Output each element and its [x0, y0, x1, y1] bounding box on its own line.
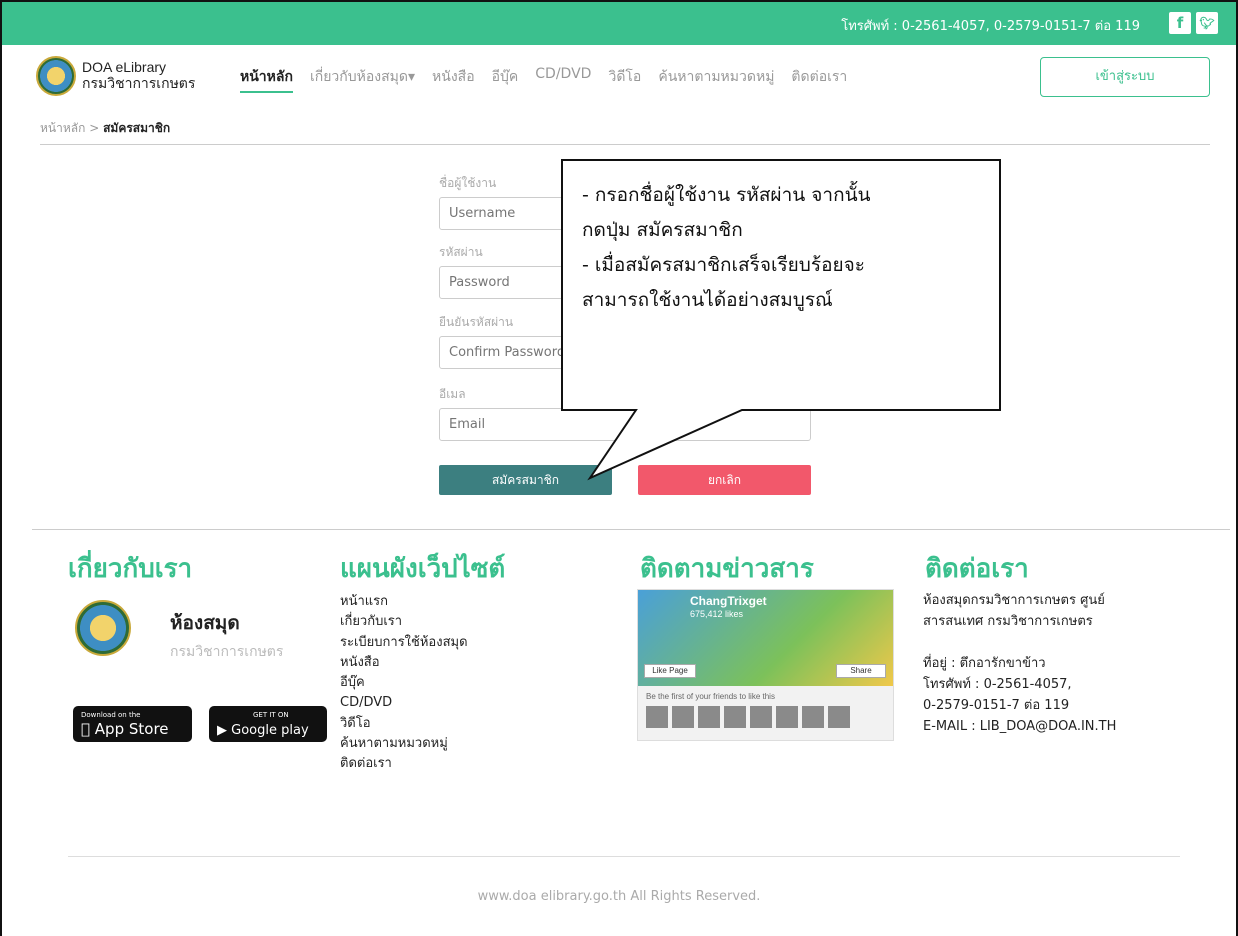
callout-text: - กรอกชื่อผู้ใช้งาน รหัสผ่าน จากนั้น กดป… [582, 178, 992, 318]
app-store-text:  App Store [81, 720, 169, 738]
sitemap-link-rules[interactable]: ระเบียบการใช้ห้องสมุด [340, 633, 468, 653]
register-button[interactable]: สมัครสมาชิก [439, 465, 612, 495]
facebook-likes-count: 675,412 likes [690, 609, 744, 619]
about-library-name: ห้องสมุด [170, 612, 240, 634]
about-heading: เกี่ยวกับเรา [68, 554, 193, 584]
avatar [776, 706, 798, 728]
nav-home[interactable]: หน้าหลัก [240, 66, 293, 93]
nav-contact[interactable]: ติดต่อเรา [791, 66, 847, 93]
brand-line-1: DOA eLibrary [82, 59, 167, 75]
contact-line: สารสนเทศ กรมวิชาการเกษตร [923, 614, 1093, 629]
sitemap-links: หน้าแรก เกี่ยวกับเรา ระเบียบการใช้ห้องสม… [340, 592, 468, 775]
nav-about-library[interactable]: เกี่ยวกับห้องสมุด▾ [310, 66, 415, 93]
brand-line-2: กรมวิชาการเกษตร [82, 75, 196, 91]
copyright-text: www.doa elibrary.go.th All Rights Reserv… [477, 889, 761, 904]
news-heading: ติดตามข่าวสาร [640, 554, 814, 584]
nav-books[interactable]: หนังสือ [432, 66, 475, 93]
sitemap-link-books[interactable]: หนังสือ [340, 653, 468, 673]
callout-line-3: - เมื่อสมัครสมาชิกเสร็จเรียบร้อยจะ [582, 254, 865, 276]
contact-email[interactable]: E-MAIL : LIB_DOA@DOA.IN.TH [923, 716, 1116, 737]
avatar [750, 706, 772, 728]
nav-search-category[interactable]: ค้นหาตามหมวดหมู่ [658, 66, 774, 93]
main-nav: หน้าหลัก เกี่ยวกับห้องสมุด▾ หนังสือ อีบุ… [240, 66, 864, 93]
facebook-page-widget[interactable]: ChangTrixget 675,412 likes Like Page Sha… [637, 589, 894, 741]
contact-line: ห้องสมุดกรมวิชาการเกษตร ศูนย์ [923, 593, 1105, 608]
facebook-page-name[interactable]: ChangTrixget [690, 594, 767, 608]
confirm-password-label: ยืนยันรหัสผ่าน [439, 315, 514, 329]
top-bar: โทรศัพท์ : 0-2561-4057, 0-2579-0151-7 ต่… [2, 2, 1236, 45]
username-label: ชื่อผู้ใช้งาน [439, 176, 497, 190]
google-play-button[interactable]: GET IT ON ▶ Google play [209, 706, 327, 742]
divider [40, 144, 1210, 145]
sitemap-link-home[interactable]: หน้าแรก [340, 592, 468, 612]
app-store-button[interactable]: Download on the  App Store [73, 706, 192, 742]
sitemap-link-video[interactable]: วิดีโอ [340, 714, 468, 734]
login-button[interactable]: เข้าสู่ระบบ [1040, 57, 1210, 97]
about-library-sub: กรมวิชาการเกษตร [170, 644, 284, 660]
contact-line: 0-2579-0151-7 ต่อ 119 [923, 698, 1070, 713]
sitemap-link-category[interactable]: ค้นหาตามหมวดหมู่ [340, 734, 468, 754]
breadcrumb-current: สมัครสมาชิก [103, 121, 171, 135]
brand-text[interactable]: DOA eLibrary กรมวิชาการเกษตร [82, 59, 195, 91]
callout-line-1: - กรอกชื่อผู้ใช้งาน รหัสผ่าน จากนั้น [582, 184, 871, 206]
breadcrumb-home[interactable]: หน้าหลัก [40, 121, 85, 135]
page-frame [0, 0, 1238, 936]
email-input[interactable] [439, 408, 811, 441]
apple-icon:  [81, 720, 90, 738]
footer-bottom-divider [68, 856, 1180, 857]
callout-line-2: กดปุ่ม สมัครสมาชิก [582, 219, 743, 241]
facebook-icon[interactable]: f [1169, 12, 1191, 34]
facebook-share-button[interactable]: Share [836, 664, 886, 678]
nav-video[interactable]: วิดีโอ [608, 66, 641, 93]
sitemap-link-cd-dvd[interactable]: CD/DVD [340, 693, 468, 713]
twitter-icon[interactable]: 🐦︎ [1196, 12, 1218, 34]
app-store-small-text: Download on the [81, 711, 141, 719]
contact-line: โทรศัพท์ : 0-2561-4057, [923, 677, 1072, 692]
avatar [646, 706, 668, 728]
top-phone-text: โทรศัพท์ : 0-2561-4057, 0-2579-0151-7 ต่… [841, 19, 1140, 34]
google-play-text: ▶ Google play [217, 723, 309, 738]
avatar [698, 706, 720, 728]
password-label: รหัสผ่าน [439, 245, 483, 259]
nav-ebooks[interactable]: อีบุ๊ค [492, 66, 519, 93]
library-logo [75, 600, 131, 656]
cancel-button[interactable]: ยกเลิก [638, 465, 811, 495]
contact-line: ที่อยู่ : ตึกอารักขาข้าว [923, 656, 1046, 671]
callout-line-4: สามารถใช้งานได้อย่างสมบูรณ์ [582, 289, 833, 311]
sitemap-heading: แผนผังเว็ปไซต์ [340, 554, 506, 584]
google-play-small-text: GET IT ON [253, 711, 289, 719]
footer-divider [32, 529, 1230, 530]
sitemap-link-contact[interactable]: ติดต่อเรา [340, 754, 468, 774]
sitemap-link-about[interactable]: เกี่ยวกับเรา [340, 612, 468, 632]
doa-logo[interactable] [36, 56, 76, 96]
nav-cd-dvd[interactable]: CD/DVD [535, 66, 591, 93]
avatar [724, 706, 746, 728]
sitemap-link-ebooks[interactable]: อีบุ๊ค [340, 673, 468, 693]
facebook-like-button[interactable]: Like Page [644, 664, 696, 678]
confirm-password-input[interactable] [439, 336, 811, 369]
breadcrumb: หน้าหลัก > สมัครสมาชิก [40, 119, 170, 138]
facebook-friend-avatars [646, 706, 850, 728]
email-label: อีเมล [439, 387, 466, 401]
avatar [672, 706, 694, 728]
facebook-friends-text: Be the first of your friends to like thi… [646, 692, 775, 701]
contact-line [923, 632, 1116, 653]
play-icon: ▶ [217, 723, 227, 738]
avatar [802, 706, 824, 728]
breadcrumb-separator: > [85, 121, 104, 135]
contact-info: ห้องสมุดกรมวิชาการเกษตร ศูนย์ สารสนเทศ ก… [923, 590, 1116, 737]
avatar [828, 706, 850, 728]
contact-heading: ติดต่อเรา [925, 554, 1029, 584]
